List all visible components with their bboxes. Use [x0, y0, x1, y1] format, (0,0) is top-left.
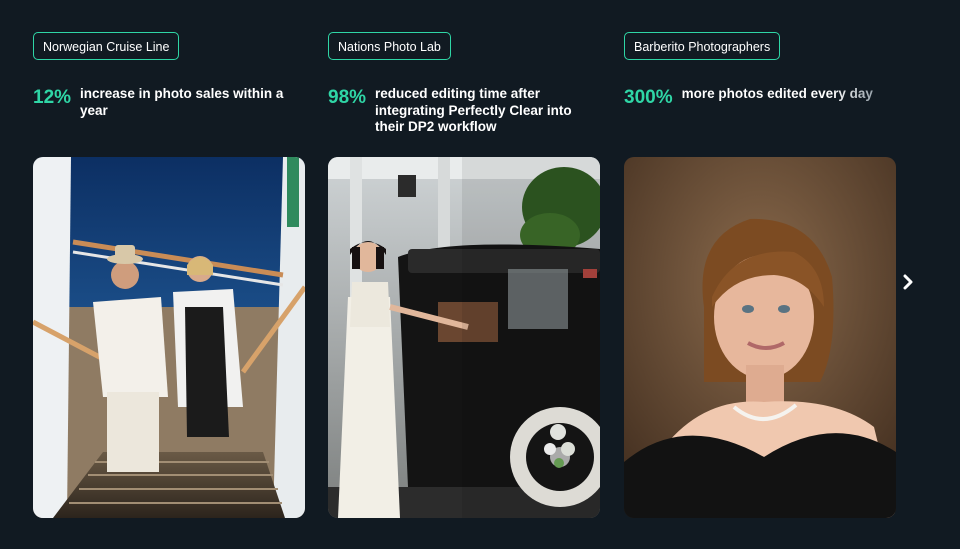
- case-study-card-nations: Nations Photo Lab 98% reduced editing ti…: [328, 32, 600, 518]
- case-study-card-barberito: Barberito Photographers 300% more photos…: [624, 32, 896, 518]
- company-badge[interactable]: Nations Photo Lab: [328, 32, 451, 60]
- stat-description: more photos edited every day: [681, 86, 873, 101]
- case-study-photo-bride-car: [328, 157, 600, 518]
- company-badge[interactable]: Barberito Photographers: [624, 32, 781, 60]
- stat-row: 12% increase in photo sales within a yea…: [33, 86, 305, 119]
- case-study-card-norwegian: Norwegian Cruise Line 12% increase in ph…: [33, 32, 305, 518]
- chevron-right-icon: [903, 274, 913, 290]
- case-study-photo-cruise-couple: [33, 157, 305, 518]
- stat-description: increase in photo sales within a year: [80, 86, 284, 118]
- stat-row: 98% reduced editing time after integrati…: [328, 86, 600, 136]
- carousel-next-button[interactable]: [898, 270, 918, 294]
- stat-value: 300%: [624, 87, 673, 108]
- stat-row: 300% more photos edited every day: [624, 86, 896, 107]
- stat-description: reduced editing time after integrating P…: [375, 86, 572, 134]
- case-study-carousel: Norwegian Cruise Line 12% increase in ph…: [0, 0, 960, 549]
- stat-value: 98%: [328, 87, 367, 108]
- case-study-photo-portrait: [624, 157, 896, 518]
- company-badge[interactable]: Norwegian Cruise Line: [33, 32, 180, 60]
- stat-value: 12%: [33, 87, 72, 108]
